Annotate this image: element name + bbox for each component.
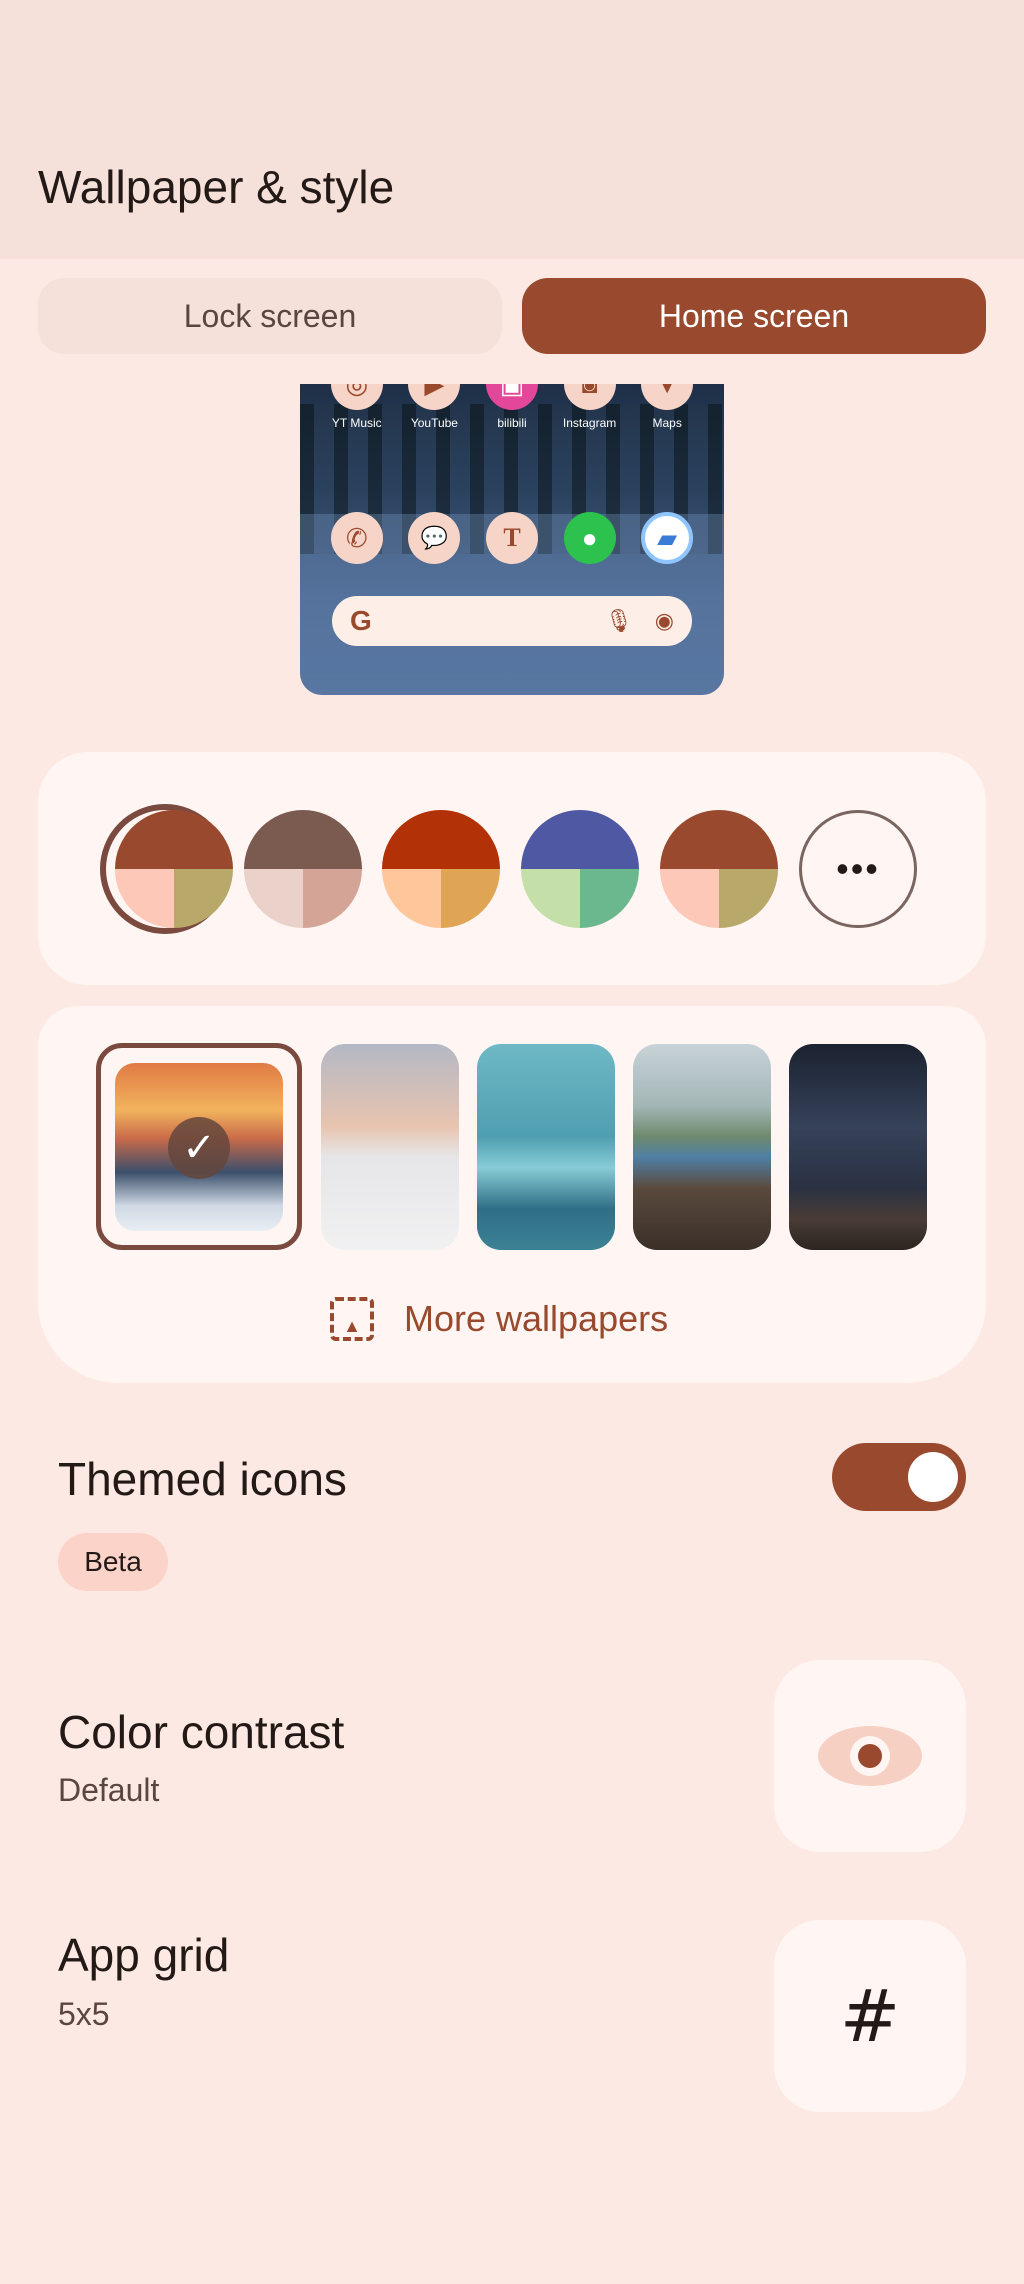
tab-home-screen[interactable]: Home screen	[522, 278, 986, 354]
preview-dock: ✆ 💬 T ● ▰	[300, 512, 724, 564]
swatch-bottom-left	[115, 869, 174, 928]
app-label: YouTube	[410, 416, 458, 430]
messages-icon: 💬	[408, 512, 461, 564]
phone-icon: ✆	[330, 512, 383, 564]
top-app-bar	[0, 0, 1024, 259]
swatch-bottom-left	[521, 869, 580, 928]
app-label: Maps	[652, 416, 682, 430]
color-swatch-3[interactable]	[382, 810, 500, 928]
tab-lock-screen[interactable]: Lock screen	[38, 278, 502, 354]
wallpaper-milky-way[interactable]	[789, 1044, 927, 1250]
preview-search-bar: G 🎙 ◉	[332, 596, 692, 646]
wallpaper-white-sands[interactable]	[321, 1044, 459, 1250]
themed-icons-toggle[interactable]	[832, 1443, 966, 1511]
swatch-bottom-left	[244, 869, 303, 928]
more-wallpapers-button[interactable]: ▲ More wallpapers	[330, 1290, 668, 1348]
swatch-bottom-right	[580, 869, 639, 928]
lens-icon: ◉	[654, 608, 674, 633]
app-label: YT Music	[331, 416, 382, 430]
dock-tesla: T	[482, 512, 542, 564]
swatch-bottom-right	[441, 869, 500, 928]
app-grid-value: 5x5	[58, 1996, 110, 2032]
wallpaper-coast[interactable]	[633, 1044, 771, 1250]
google-g-icon: G	[350, 605, 372, 636]
app-yt-music: ◎ YT Music	[327, 384, 387, 430]
preview-app-row: ◎YT Music ▶YouTube ▣bilibili ◙Instagram …	[300, 384, 724, 430]
beta-badge: Beta	[58, 1533, 168, 1591]
color-contrast-title: Color contrast	[58, 1706, 345, 1758]
bilibili-icon: ▣	[485, 384, 538, 410]
tesla-icon: T	[485, 512, 538, 564]
check-icon: ✓	[168, 1117, 230, 1179]
eye-pupil	[850, 1736, 890, 1776]
swatch-bottom-left	[382, 869, 441, 928]
app-bilibili: ▣ bilibili	[482, 384, 542, 430]
page-title: Wallpaper & style	[38, 161, 395, 213]
files-icon: ▰	[641, 512, 694, 564]
app-maps: ▼ Maps	[637, 384, 697, 430]
color-contrast-value: Default	[58, 1772, 160, 1808]
wallpaper-glacier[interactable]	[477, 1044, 615, 1250]
image-gallery-icon: ▲	[330, 1297, 374, 1341]
toggle-knob	[908, 1452, 958, 1502]
wechat-icon: ●	[563, 512, 616, 564]
dock-wechat: ●	[560, 512, 620, 564]
app-label: Instagram	[562, 416, 617, 430]
swatch-top	[521, 810, 639, 869]
youtube-icon: ▶	[408, 384, 461, 410]
color-swatch-2[interactable]	[244, 810, 362, 928]
color-contrast-button[interactable]	[774, 1660, 966, 1852]
swatch-bottom-right	[303, 869, 362, 928]
swatch-bottom-left	[660, 869, 719, 928]
instagram-icon: ◙	[563, 384, 616, 410]
dock-messages: 💬	[404, 512, 464, 564]
more-wallpapers-label: More wallpapers	[404, 1298, 669, 1339]
app-grid-button[interactable]: #	[774, 1920, 966, 2112]
home-screen-preview[interactable]: ◎YT Music ▶YouTube ▣bilibili ◙Instagram …	[300, 384, 724, 695]
app-instagram: ◙ Instagram	[560, 384, 620, 430]
swatch-top	[244, 810, 362, 869]
mic-icon: 🎙	[604, 608, 633, 633]
app-label: bilibili	[497, 416, 527, 430]
eye-iris	[858, 1744, 882, 1768]
color-swatch-4[interactable]	[521, 810, 639, 928]
themed-icons-title: Themed icons	[58, 1453, 347, 1505]
swatch-bottom-right	[174, 869, 233, 928]
swatch-top	[115, 810, 233, 869]
maps-icon: ▼	[641, 384, 694, 410]
color-swatch-1[interactable]	[115, 810, 233, 928]
yt-music-icon: ◎	[330, 384, 383, 410]
swatch-bottom-right	[719, 869, 778, 928]
swatch-top	[382, 810, 500, 869]
app-youtube: ▶ YouTube	[404, 384, 464, 430]
dock-phone: ✆	[327, 512, 387, 564]
app-grid-title: App grid	[58, 1929, 230, 1981]
more-colors-button[interactable]: •••	[799, 810, 917, 928]
dock-files: ▰	[637, 512, 697, 564]
eye-icon	[818, 1726, 922, 1786]
grid-icon: #	[839, 1974, 901, 2058]
swatch-top	[660, 810, 778, 869]
color-swatch-5[interactable]	[660, 810, 778, 928]
